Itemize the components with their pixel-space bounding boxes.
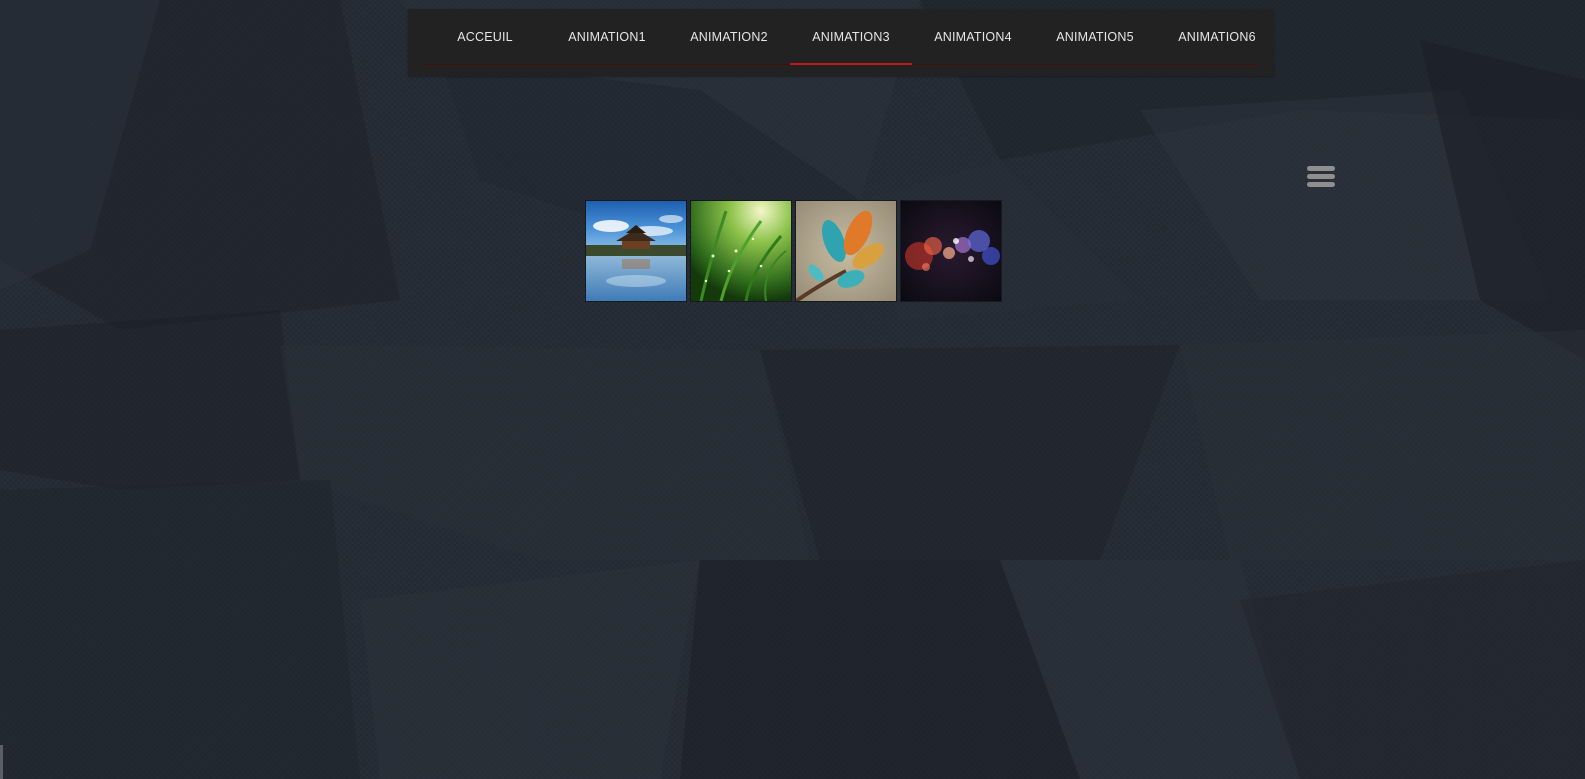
nav-item-animation2[interactable]: ANIMATION2 <box>668 9 790 65</box>
menu-bar <box>1307 174 1335 179</box>
nav-item-label: ANIMATION3 <box>812 30 890 44</box>
thumbnail-grass-dew[interactable] <box>691 201 791 301</box>
menu-bar <box>1307 182 1335 187</box>
scrollbar-edge <box>0 745 3 779</box>
thumbnail-pagoda-lake[interactable] <box>586 201 686 301</box>
thumbnail-bokeh-lights[interactable] <box>901 201 1001 301</box>
nav-item-label: ACCEUIL <box>457 30 513 44</box>
nav-item-label: ANIMATION4 <box>934 30 1012 44</box>
nav-menu: ACCEUIL ANIMATION1 ANIMATION2 ANIMATION3… <box>424 9 1278 65</box>
nav-item-animation5[interactable]: ANIMATION5 <box>1034 9 1156 65</box>
nav-item-label: ANIMATION6 <box>1178 30 1256 44</box>
thumbnail-leaves-branch[interactable] <box>796 201 896 301</box>
menu-bar <box>1307 166 1335 171</box>
thumbnail-gallery <box>586 201 1001 301</box>
leaves-branch-image <box>796 201 896 301</box>
nav-item-animation6[interactable]: ANIMATION6 <box>1156 9 1278 65</box>
nav-item-animation4[interactable]: ANIMATION4 <box>912 9 1034 65</box>
nav-item-acceuil[interactable]: ACCEUIL <box>424 9 546 65</box>
background-pattern <box>0 0 1585 779</box>
nav-item-animation1[interactable]: ANIMATION1 <box>546 9 668 65</box>
active-tab-indicator <box>790 63 912 65</box>
grass-dew-image <box>691 201 791 301</box>
bokeh-lights-image <box>901 201 1001 301</box>
pagoda-lake-image <box>586 201 686 301</box>
nav-item-label: ANIMATION1 <box>568 30 646 44</box>
nav-item-animation3[interactable]: ANIMATION3 <box>790 9 912 65</box>
top-navbar: ACCEUIL ANIMATION1 ANIMATION2 ANIMATION3… <box>408 9 1274 76</box>
nav-item-label: ANIMATION2 <box>690 30 768 44</box>
nav-item-label: ANIMATION5 <box>1056 30 1134 44</box>
hamburger-menu-icon[interactable] <box>1307 166 1335 190</box>
